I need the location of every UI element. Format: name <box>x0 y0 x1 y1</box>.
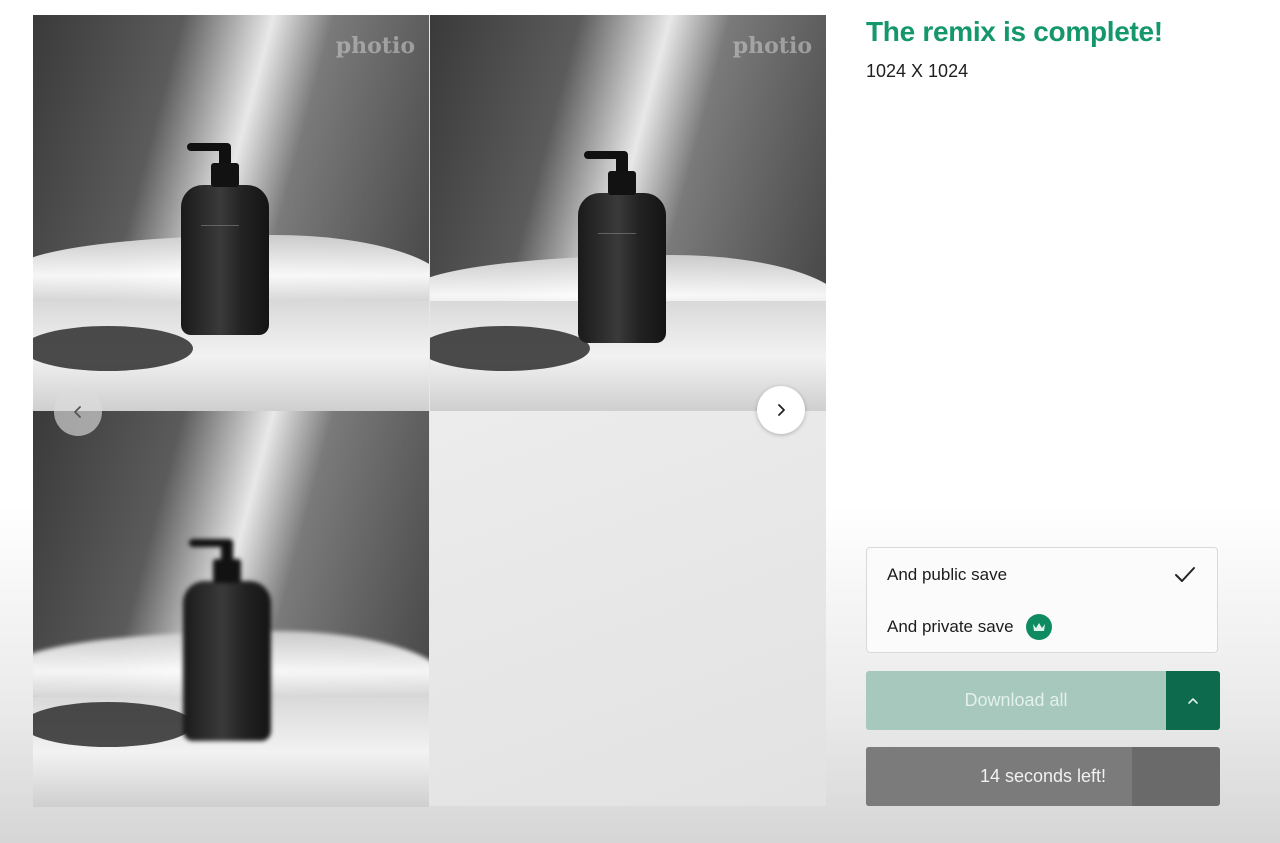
download-all-button[interactable]: Download all <box>866 671 1166 730</box>
chevron-up-icon <box>1188 697 1198 704</box>
private-save-option[interactable]: And private save <box>887 612 1197 642</box>
empty-image-slot <box>430 411 826 806</box>
countdown-progress-bar: 14 seconds left! <box>866 747 1220 806</box>
private-save-label: And private save <box>887 617 1014 636</box>
result-title: The remix is complete! <box>866 16 1163 47</box>
bottle-product <box>578 151 666 343</box>
generated-image-1[interactable]: photio <box>33 15 429 411</box>
generated-image-2[interactable]: photio <box>430 15 826 411</box>
chevron-right-icon <box>778 404 785 416</box>
product-photo <box>33 15 429 411</box>
previous-image-button[interactable] <box>54 388 102 436</box>
countdown-label: 14 seconds left! <box>979 766 1107 786</box>
public-save-label: And public save <box>887 565 1008 584</box>
next-image-button[interactable] <box>757 386 805 434</box>
public-save-option[interactable]: And public save <box>887 560 1197 590</box>
bottle-product <box>181 143 269 335</box>
product-photo <box>33 411 429 807</box>
image-grid: photio photio <box>33 15 826 807</box>
bottle-product <box>183 539 271 741</box>
check-icon <box>1175 567 1195 582</box>
generated-image-3[interactable] <box>33 411 429 807</box>
chevron-left-icon <box>74 406 81 418</box>
product-photo <box>430 15 826 411</box>
watermark-text: photio <box>335 33 415 59</box>
watermark-text: photio <box>732 33 812 59</box>
crown-icon <box>1025 614 1052 640</box>
image-dimensions: 1024 X 1024 <box>866 61 969 81</box>
download-all-label: Download all <box>964 690 1068 710</box>
save-options-card: And public save And private save <box>866 547 1218 653</box>
download-options-button[interactable] <box>1166 671 1220 730</box>
